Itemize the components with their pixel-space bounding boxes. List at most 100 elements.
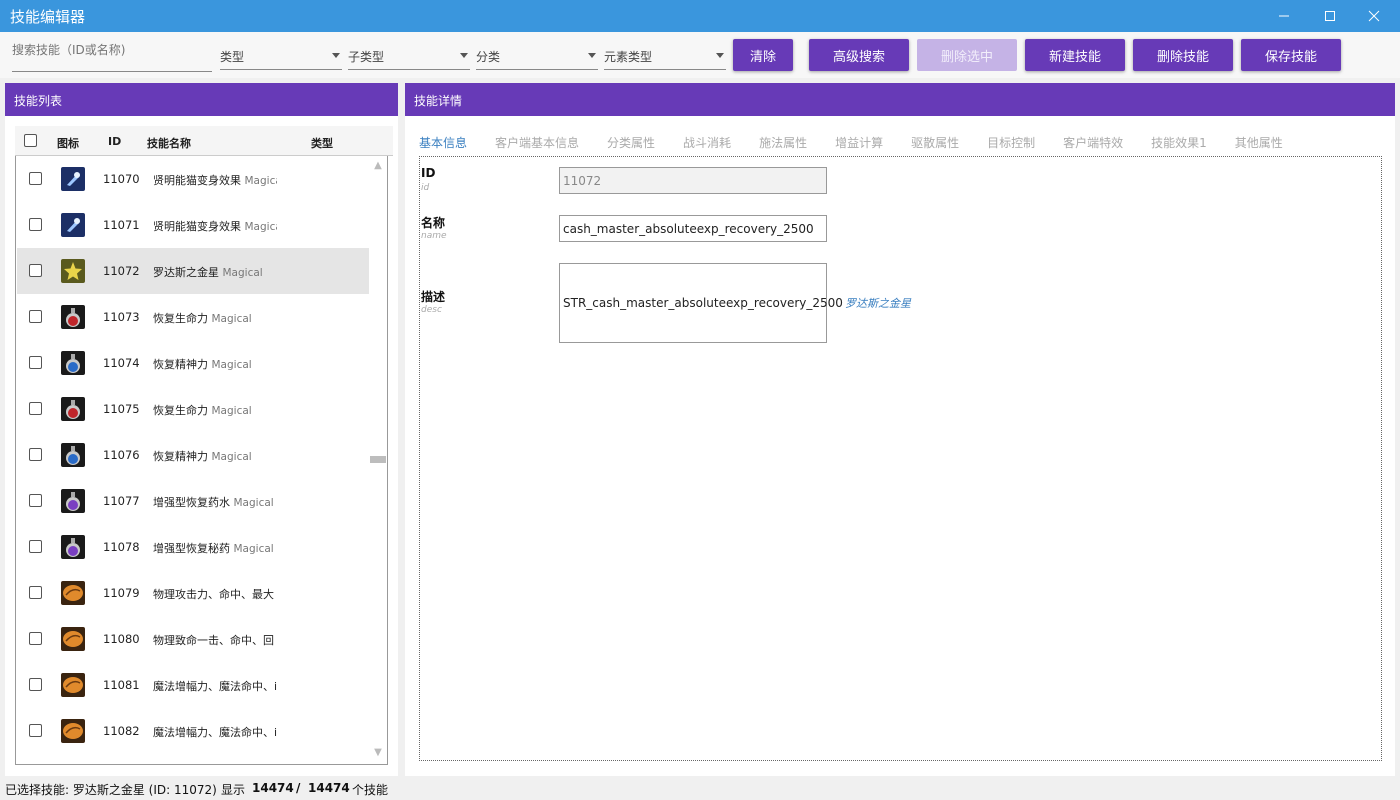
tab-8[interactable]: 客户端特效 <box>1063 134 1123 151</box>
minimize-icon[interactable] <box>1264 0 1304 32</box>
subtype-filter[interactable]: 子类型 <box>348 44 470 70</box>
row-checkbox[interactable] <box>29 356 42 369</box>
type-filter-label: 类型 <box>220 50 245 64</box>
row-id: 11072 <box>103 264 140 278</box>
scroll-down-icon[interactable]: ▼ <box>370 745 386 761</box>
desc-field[interactable]: STR_cash_master_absoluteexp_recovery_250… <box>559 263 843 343</box>
select-all-checkbox[interactable] <box>24 134 37 147</box>
toolbar: 类型 子类型 分类 元素类型 清除 高级搜索 删除选中 新建技能 删除技能 保存… <box>0 32 1400 78</box>
column-id[interactable]: ID <box>108 135 121 148</box>
list-item[interactable]: 11079 物理攻击力、命中、最大 Magical <box>17 570 369 616</box>
row-name: 贤明能猫变身效果 Magical <box>153 218 277 234</box>
delete-skill-button[interactable]: 删除技能 <box>1133 39 1233 71</box>
row-id: 11077 <box>103 494 140 508</box>
type-filter[interactable]: 类型 <box>220 44 342 70</box>
list-item[interactable]: 11081 魔法增幅力、魔法命中、i Magical <box>17 662 369 708</box>
column-type[interactable]: 类型 <box>311 135 333 151</box>
scroll-up-icon[interactable]: ▲ <box>370 158 386 174</box>
tab-6[interactable]: 驱散属性 <box>911 134 959 151</box>
tab-7[interactable]: 目标控制 <box>987 134 1035 151</box>
column-icon[interactable]: 图标 <box>57 135 79 151</box>
row-name-text: 增强型恢复秘药 <box>153 542 230 555</box>
row-name-text: 恢复精神力 <box>153 450 208 463</box>
delete-selected-button[interactable]: 删除选中 <box>917 39 1017 71</box>
maximize-icon[interactable] <box>1310 0 1350 32</box>
list-item[interactable]: 11072 罗达斯之金星 Magical <box>17 248 369 294</box>
new-skill-button[interactable]: 新建技能 <box>1025 39 1125 71</box>
row-checkbox[interactable] <box>29 264 42 277</box>
row-name-text: 贤明能猫变身效果 <box>153 220 241 233</box>
tab-2[interactable]: 分类属性 <box>607 134 655 151</box>
list-item[interactable]: 11071 贤明能猫变身效果 Magical <box>17 202 369 248</box>
row-type: Magical <box>222 267 263 279</box>
row-name-text: 魔法增幅力、魔法命中、i <box>153 680 277 693</box>
row-checkbox[interactable] <box>29 632 42 645</box>
skill-list-header: 技能列表 <box>5 83 398 116</box>
chevron-down-icon <box>716 53 724 58</box>
row-checkbox[interactable] <box>29 724 42 737</box>
tab-10[interactable]: 其他属性 <box>1235 134 1283 151</box>
tab-9[interactable]: 技能效果1 <box>1151 134 1207 151</box>
row-name: 贤明能猫变身效果 Magical <box>153 172 277 188</box>
potion-red-icon <box>61 305 85 329</box>
scroll-thumb[interactable] <box>370 456 386 463</box>
desc-translation: 罗达斯之金星 <box>845 297 911 310</box>
id-field[interactable]: 11072 <box>559 167 827 194</box>
row-name: 增强型恢复秘药 Magical <box>153 540 274 556</box>
list-item[interactable]: 11070 贤明能猫变身效果 Magical <box>17 156 369 202</box>
tab-0[interactable]: 基本信息 <box>419 134 467 151</box>
list-item[interactable]: 11078 增强型恢复秘药 Magical <box>17 524 369 570</box>
tab-1[interactable]: 客户端基本信息 <box>495 134 579 151</box>
list-scrollbar[interactable]: ▲ ▼ <box>369 156 387 763</box>
skill-list[interactable]: ▲ ▼ 11070 贤明能猫变身效果 Magical 11071 贤明能猫变身效果 M… <box>15 156 388 765</box>
row-checkbox[interactable] <box>29 172 42 185</box>
advanced-search-button[interactable]: 高级搜索 <box>809 39 909 71</box>
id-sublabel: id <box>421 183 430 193</box>
row-checkbox[interactable] <box>29 448 42 461</box>
list-column-header: 图标 ID 技能名称 类型 <box>15 126 393 156</box>
row-name: 物理攻击力、命中、最大 Magical <box>153 586 277 602</box>
save-skill-button[interactable]: 保存技能 <box>1241 39 1341 71</box>
star-gold-icon <box>61 259 85 283</box>
tab-5[interactable]: 增益计算 <box>835 134 883 151</box>
list-item[interactable]: 11075 恢复生命力 Magical <box>17 386 369 432</box>
row-id: 11082 <box>103 724 140 738</box>
row-checkbox[interactable] <box>29 540 42 553</box>
list-item[interactable]: 11076 恢复精神力 Magical <box>17 432 369 478</box>
row-checkbox[interactable] <box>29 586 42 599</box>
row-id: 11079 <box>103 586 140 600</box>
row-type: Magical <box>244 175 278 187</box>
category-filter[interactable]: 分类 <box>476 44 598 70</box>
row-checkbox[interactable] <box>29 402 42 415</box>
row-name: 恢复生命力 Magical <box>153 310 252 326</box>
row-name-text: 魔法增幅力、魔法命中、i <box>153 726 277 739</box>
name-field[interactable]: cash_master_absoluteexp_recovery_2500 <box>559 215 827 242</box>
row-checkbox[interactable] <box>29 310 42 323</box>
scroll-orange-icon <box>61 627 85 651</box>
row-type: Magical <box>211 451 252 463</box>
row-name: 恢复生命力 Magical <box>153 402 252 418</box>
id-label: ID <box>421 166 436 180</box>
row-checkbox[interactable] <box>29 494 42 507</box>
tab-3[interactable]: 战斗消耗 <box>683 134 731 151</box>
element-filter[interactable]: 元素类型 <box>604 44 726 70</box>
row-checkbox[interactable] <box>29 678 42 691</box>
row-checkbox[interactable] <box>29 218 42 231</box>
scroll-orange-icon <box>61 719 85 743</box>
list-item[interactable]: 11077 增强型恢复药水 Magical <box>17 478 369 524</box>
list-item[interactable]: 11080 物理致命一击、命中、回 Magical <box>17 616 369 662</box>
row-id: 11078 <box>103 540 140 554</box>
search-input[interactable] <box>12 40 212 72</box>
row-name: 增强型恢复药水 Magical <box>153 494 274 510</box>
list-item[interactable]: 11073 恢复生命力 Magical <box>17 294 369 340</box>
list-item[interactable]: 11082 魔法增幅力、魔法命中、i Magical <box>17 708 369 754</box>
column-name[interactable]: 技能名称 <box>147 135 191 151</box>
close-icon[interactable] <box>1354 0 1394 32</box>
tab-4[interactable]: 施法属性 <box>759 134 807 151</box>
row-name: 魔法增幅力、魔法命中、i Magical <box>153 724 277 740</box>
clear-button[interactable]: 清除 <box>733 39 793 71</box>
row-id: 11076 <box>103 448 140 462</box>
scroll-orange-icon <box>61 673 85 697</box>
row-id: 11073 <box>103 310 140 324</box>
list-item[interactable]: 11074 恢复精神力 Magical <box>17 340 369 386</box>
